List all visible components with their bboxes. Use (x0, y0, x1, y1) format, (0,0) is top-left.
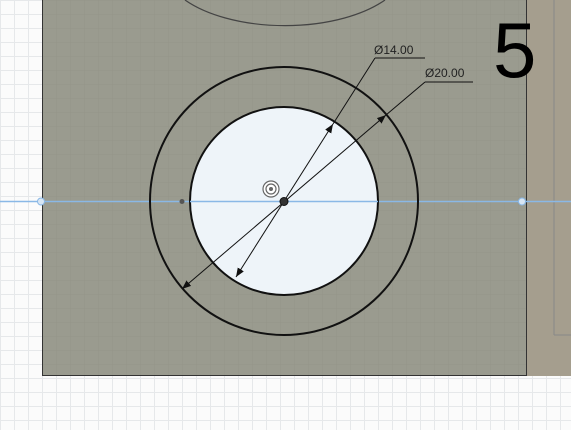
step-number-label: 5 (493, 6, 537, 94)
sketch-canvas[interactable]: Ø14.00 Ø20.00 (0, 0, 571, 430)
center-point-icon[interactable] (279, 197, 289, 206)
canvas-viewport[interactable]: Ø14.00 Ø20.00 5 (0, 0, 571, 430)
dimension-inner-label[interactable]: Ø14.00 (374, 43, 414, 57)
origin-icon[interactable] (262, 180, 280, 198)
dimension-outer-label[interactable]: Ø20.00 (425, 66, 465, 80)
